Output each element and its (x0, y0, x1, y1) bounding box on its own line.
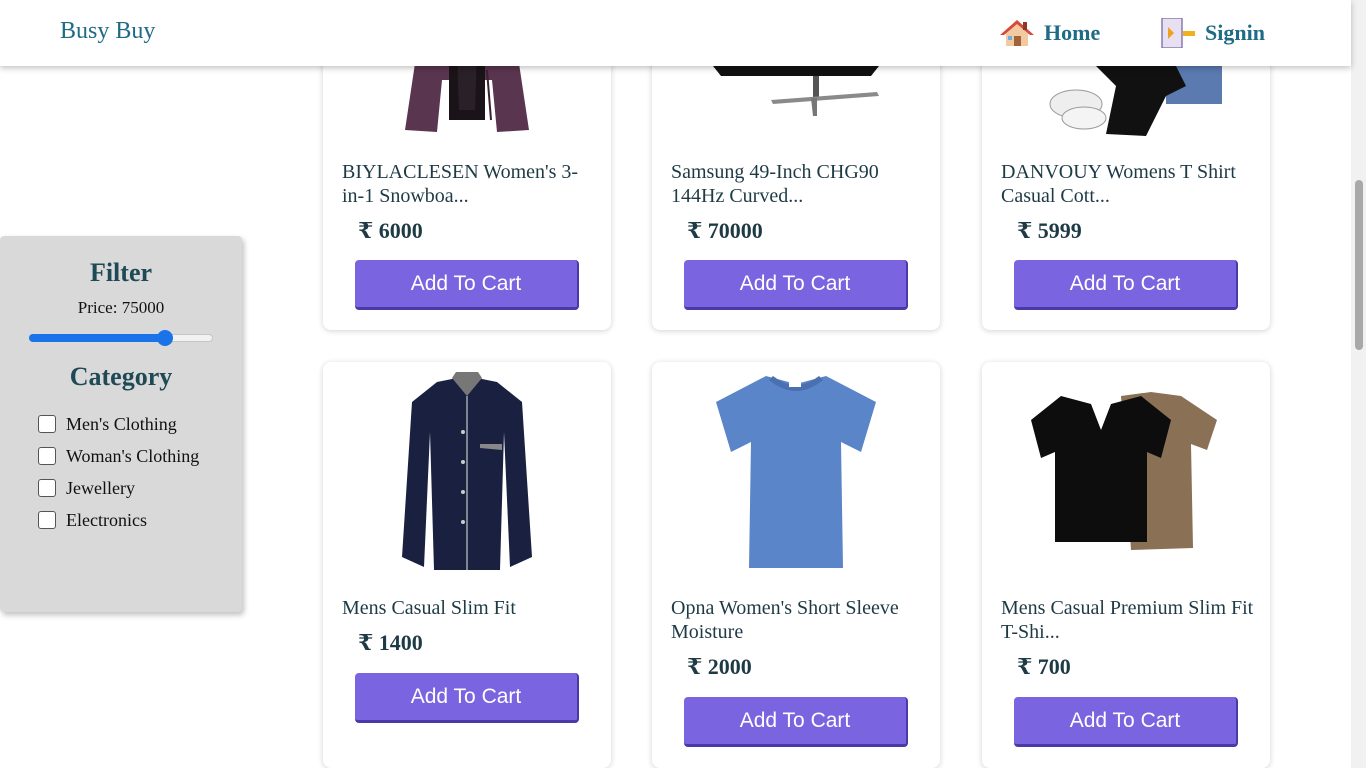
product-image (323, 372, 611, 572)
add-to-cart-button[interactable]: Add To Cart (684, 260, 908, 310)
brand-logo[interactable]: Busy Buy (60, 18, 155, 45)
nav-home-label: Home (1044, 20, 1101, 45)
add-to-cart-button[interactable]: Add To Cart (355, 673, 579, 723)
category-checkbox[interactable] (38, 511, 56, 529)
page-scrollbar[interactable] (1351, 0, 1366, 768)
signin-icon (1161, 18, 1195, 48)
category-title: Category (69, 362, 173, 391)
nav-home-link[interactable]: Home (1000, 18, 1100, 48)
product-price: ₹ 700 (1017, 654, 1071, 679)
product-card: DANVOUY Womens T Shirt Casual Cott... ₹ … (982, 20, 1270, 330)
add-to-cart-button[interactable]: Add To Cart (1014, 260, 1238, 310)
category-item-mens-clothing[interactable]: Men's Clothing (38, 408, 199, 440)
product-title[interactable]: Mens Casual Premium Slim Fit T-Shi... (1001, 596, 1256, 644)
product-title[interactable]: Samsung 49-Inch CHG90 144Hz Curved... (671, 160, 926, 208)
product-card: Samsung 49-Inch CHG90 144Hz Curved... ₹ … (652, 20, 940, 330)
product-title[interactable]: Mens Casual Slim Fit (342, 596, 597, 620)
price-label: Price: 75000 (77, 298, 165, 317)
category-checkbox[interactable] (38, 447, 56, 465)
tshirts-image-icon (1031, 392, 1217, 550)
product-title[interactable]: Opna Women's Short Sleeve Moisture (671, 596, 926, 644)
category-item-womans-clothing[interactable]: Woman's Clothing (38, 440, 199, 472)
monitor-image-icon (713, 66, 879, 116)
product-image (652, 66, 940, 120)
shirt-image-icon (402, 372, 532, 570)
product-price: ₹ 5999 (1017, 218, 1082, 243)
tshirt-image-icon (716, 376, 876, 568)
product-price: ₹ 70000 (687, 218, 763, 243)
product-title[interactable]: DANVOUY Womens T Shirt Casual Cott... (1001, 160, 1256, 208)
product-card: Mens Casual Premium Slim Fit T-Shi... ₹ … (982, 362, 1270, 768)
category-checkbox[interactable] (38, 479, 56, 497)
filter-title: Filter (89, 258, 153, 287)
product-price: ₹ 1400 (358, 630, 423, 655)
category-label: Electronics (66, 509, 147, 530)
category-label: Men's Clothing (66, 413, 177, 434)
product-price: ₹ 2000 (687, 654, 752, 679)
product-image (982, 66, 1270, 136)
add-to-cart-button[interactable]: Add To Cart (684, 697, 908, 747)
filter-panel: Filter Price: 75000 Category Men's Cloth… (0, 236, 242, 612)
scrollbar-thumb[interactable] (1355, 180, 1363, 350)
category-checkbox[interactable] (38, 415, 56, 433)
product-image (652, 372, 940, 572)
category-item-jewellery[interactable]: Jewellery (38, 472, 199, 504)
nav-signin-link[interactable]: Signin (1161, 18, 1265, 48)
product-card: Opna Women's Short Sleeve Moisture ₹ 200… (652, 362, 940, 768)
category-item-electronics[interactable]: Electronics (38, 504, 199, 536)
add-to-cart-button[interactable]: Add To Cart (355, 260, 579, 310)
product-price: ₹ 6000 (358, 218, 423, 243)
product-card: Mens Casual Slim Fit ₹ 1400 Add To Cart (323, 362, 611, 768)
category-list: Men's Clothing Woman's Clothing Jeweller… (38, 408, 199, 536)
category-label: Woman's Clothing (66, 445, 200, 466)
outfit-image-icon (1049, 66, 1222, 136)
navbar: Busy Buy Home Signin (0, 0, 1351, 66)
product-image (982, 390, 1270, 552)
nav-signin-label: Signin (1205, 20, 1265, 45)
product-card: BIYLACLESEN Women's 3-in-1 Snowboa... ₹ … (323, 20, 611, 330)
price-slider-fill (29, 334, 164, 342)
product-title[interactable]: BIYLACLESEN Women's 3-in-1 Snowboa... (342, 160, 597, 208)
add-to-cart-button[interactable]: Add To Cart (1014, 697, 1238, 747)
category-label: Jewellery (66, 477, 135, 498)
price-slider[interactable] (29, 330, 213, 346)
price-slider-thumb[interactable] (156, 330, 173, 346)
home-icon (1000, 20, 1034, 46)
